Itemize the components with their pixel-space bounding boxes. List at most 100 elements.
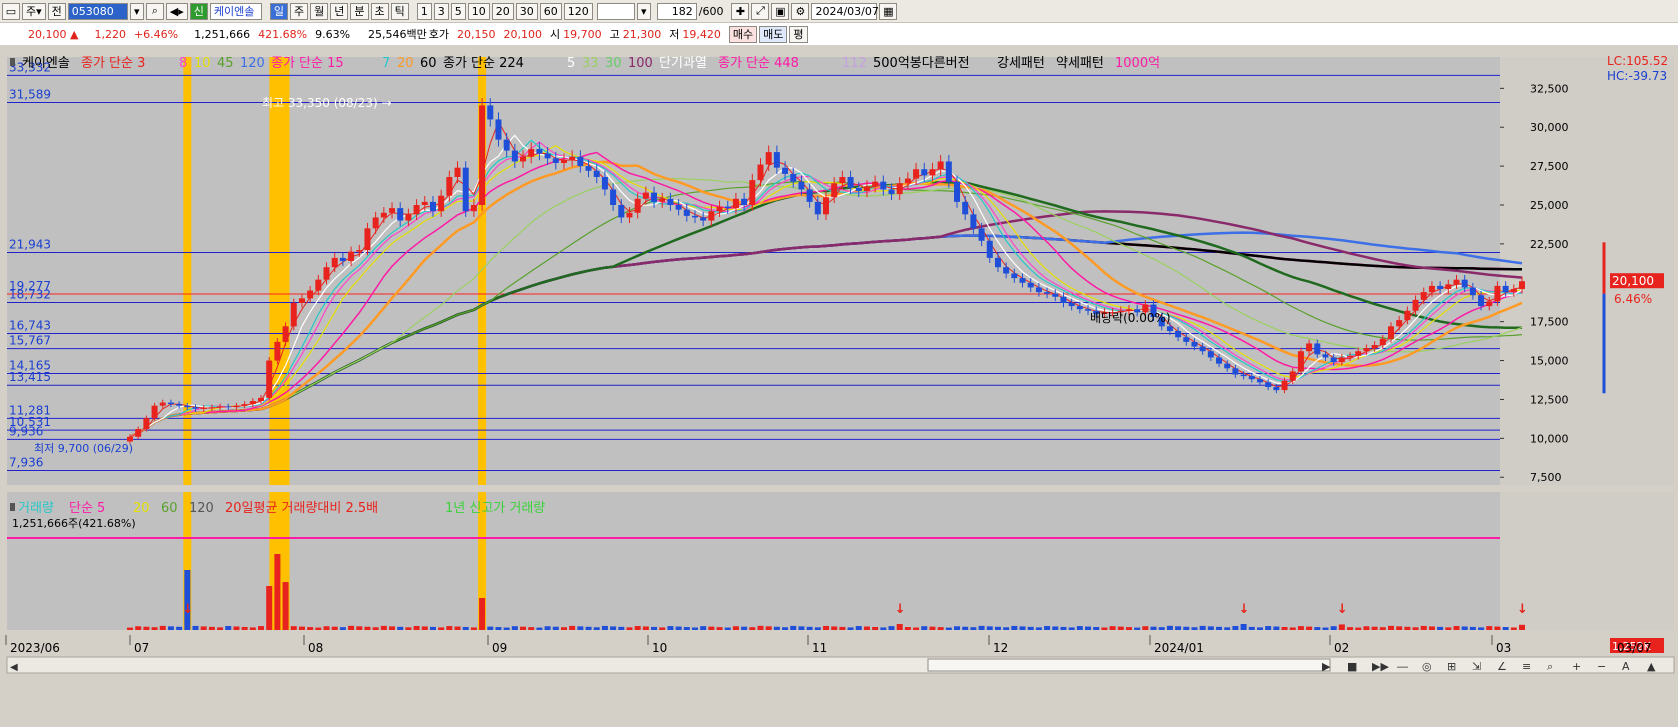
interval-button-30[interactable]: 30 <box>515 2 538 20</box>
volume-legend-marker <box>10 503 15 511</box>
interval-button-1[interactable]: 1 <box>416 2 432 20</box>
volume-legend-item: 60 <box>161 501 178 516</box>
volume-bar <box>241 626 248 630</box>
legend-item: 100 <box>628 56 653 71</box>
candle <box>233 405 240 408</box>
tab-5[interactable]: 초 <box>370 2 389 20</box>
chart-control-icon-13[interactable]: ▲ <box>1647 660 1656 673</box>
speaker-icon[interactable]: ◀▸ <box>165 2 188 20</box>
crosshair-icon[interactable]: ✚ <box>731 2 750 20</box>
prev-button[interactable]: 전 <box>47 2 66 20</box>
scroll-left-icon[interactable]: ◀ <box>10 662 18 673</box>
candle <box>1396 320 1403 327</box>
interval-dropdown-icon[interactable]: ▾ <box>636 2 651 20</box>
y-tick-label: 15,000 <box>1530 355 1569 368</box>
legend-item: 종가 단순 15 <box>271 56 344 71</box>
volume-bar <box>872 626 879 630</box>
search-icon[interactable]: ⌕ <box>145 2 164 20</box>
tab-1[interactable]: 주 <box>290 2 309 20</box>
tab-6[interactable]: 틱 <box>390 2 409 20</box>
volume-bar <box>1461 626 1468 630</box>
volume-bar <box>249 627 256 630</box>
volume-bar <box>880 627 887 630</box>
interval-button-60[interactable]: 60 <box>539 2 562 20</box>
candle <box>913 169 920 179</box>
date-input[interactable]: 2024/03/07 <box>811 2 879 20</box>
draw-tool-icon[interactable]: ⤢ <box>751 2 770 20</box>
buy-button[interactable]: 매수 <box>728 25 758 43</box>
scroll-thumb[interactable] <box>927 658 1331 672</box>
candle <box>1256 379 1263 383</box>
candle <box>962 201 969 215</box>
tab-2[interactable]: 월 <box>310 2 329 20</box>
tab-0[interactable]: 일 <box>269 2 289 20</box>
gear-icon[interactable]: ⚙ <box>791 2 810 20</box>
chart-menu-icon[interactable]: ▭ <box>2 2 20 20</box>
stock-name-field[interactable]: 케이엔솔 <box>209 2 262 20</box>
volume-bar <box>1076 626 1083 630</box>
chart-control-icon-1[interactable]: ■ <box>1347 660 1357 673</box>
interval-button-20[interactable]: 20 <box>491 2 514 20</box>
overheat-column <box>281 57 290 485</box>
volume-bar <box>511 626 518 630</box>
volume-bar <box>429 626 436 630</box>
chart-control-icon-4[interactable]: ◎ <box>1422 660 1432 673</box>
stock-code-input[interactable]: 053080 <box>67 2 128 20</box>
legend-item: 강세패턴 <box>997 56 1045 71</box>
calendar-icon[interactable]: ▦ <box>879 2 898 20</box>
chart-control-icon-0[interactable]: ▶ <box>1322 660 1331 673</box>
candle <box>1494 285 1501 302</box>
chart-control-icon-7[interactable]: ∠ <box>1497 660 1507 673</box>
code-dropdown-icon[interactable]: ▾ <box>129 2 144 20</box>
candle <box>1306 343 1313 352</box>
ask-price-2: 20,100 <box>503 27 543 41</box>
candle <box>1387 326 1394 339</box>
volume-bar <box>1150 626 1157 630</box>
chart-control-icon-12[interactable]: A <box>1622 660 1630 673</box>
volume-bar <box>536 627 543 630</box>
save-icon[interactable]: ▣ <box>771 2 790 20</box>
candle <box>528 149 535 157</box>
candle <box>290 303 297 327</box>
chart-control-icon-5[interactable]: ⊞ <box>1447 660 1456 673</box>
chart-control-icon-6[interactable]: ⇲ <box>1472 660 1481 673</box>
chart-control-icon-10[interactable]: + <box>1572 660 1581 673</box>
legend-item: 5 <box>567 56 575 71</box>
candle <box>208 407 215 409</box>
interval-button-5[interactable]: 5 <box>450 2 466 20</box>
candle <box>511 150 518 162</box>
interval-button-3[interactable]: 3 <box>433 2 449 20</box>
interval-custom-input[interactable] <box>596 2 635 20</box>
candle <box>544 153 551 159</box>
candle <box>1248 376 1255 380</box>
tab-4[interactable]: 분 <box>350 2 369 20</box>
volume-legend-item: 20일평균 거래량대비 2.5배 <box>225 501 378 516</box>
chart-control-icon-2[interactable]: ▶▶ <box>1372 660 1389 673</box>
chart-control-icon-9[interactable]: ⌕ <box>1547 660 1553 673</box>
ask-label: 호가 <box>428 28 450 41</box>
candle <box>765 152 772 165</box>
chart-control-icon-3[interactable]: ― <box>1397 660 1408 673</box>
volume-bar <box>127 627 133 630</box>
period-select[interactable]: 주 ▾ <box>22 2 46 20</box>
stock-chart[interactable]: 33,33231,58921,94319,27718,73216,74315,7… <box>0 45 1678 724</box>
candle <box>978 228 985 241</box>
sell-button[interactable]: 매도 <box>759 25 788 43</box>
interval-button-120[interactable]: 120 <box>563 2 593 20</box>
count-input[interactable]: 182 <box>656 2 697 20</box>
candle <box>429 201 436 212</box>
tab-3[interactable]: 년 <box>330 2 349 20</box>
interval-button-10[interactable]: 10 <box>467 2 490 20</box>
volume-bar <box>454 626 461 630</box>
flat-button[interactable]: 평 <box>789 25 808 43</box>
chart-control-icon-11[interactable]: − <box>1597 660 1606 673</box>
volume-bar <box>937 627 944 630</box>
volume-bar <box>675 626 682 630</box>
volume-bar <box>831 626 838 630</box>
volume-bar <box>765 626 772 630</box>
candle <box>176 404 183 406</box>
candle <box>691 215 698 218</box>
dividend-annotation: 배당락(0.00%) <box>1090 311 1171 325</box>
chart-control-icon-8[interactable]: ≡ <box>1522 660 1531 673</box>
volume-bar <box>446 626 453 630</box>
